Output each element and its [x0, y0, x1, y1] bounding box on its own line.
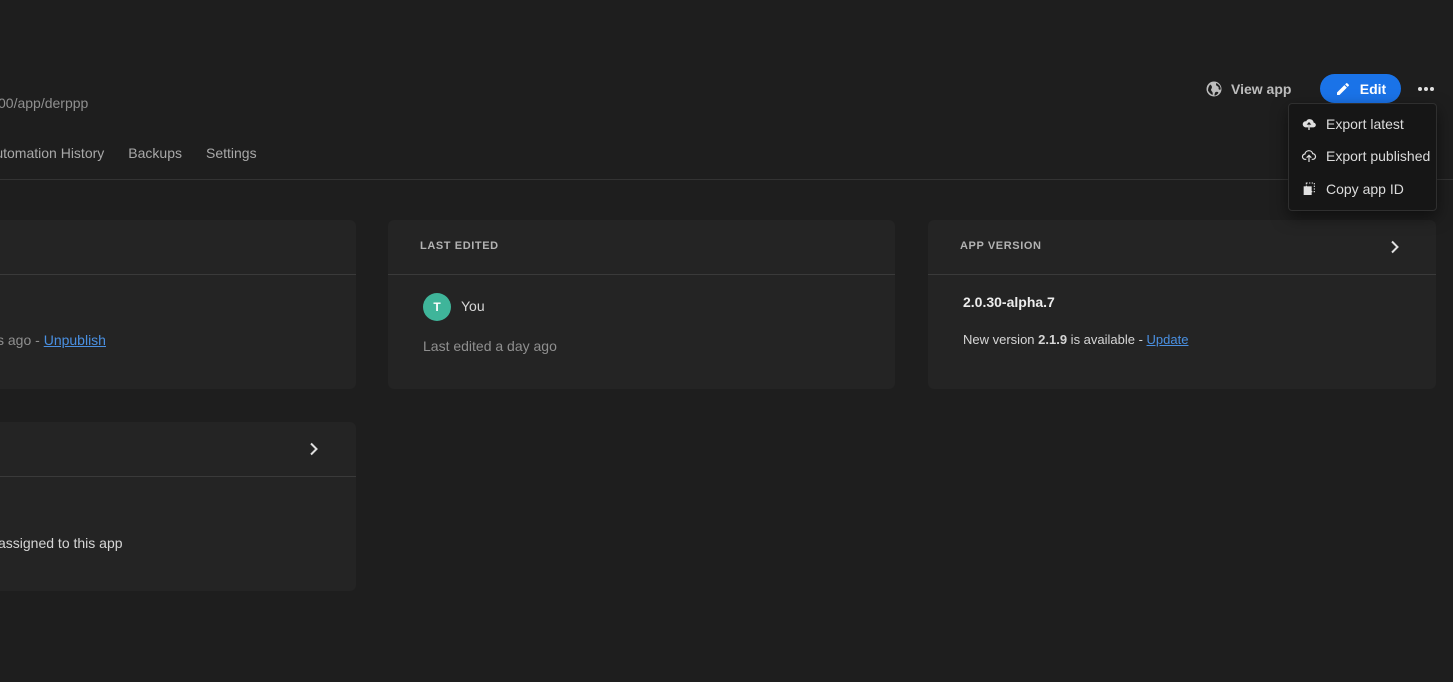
copy-icon	[1303, 182, 1315, 195]
more-options-menu: Export latest Export published Copy app …	[1288, 103, 1437, 211]
avatar: T	[423, 293, 451, 321]
update-link[interactable]: Update	[1147, 332, 1189, 347]
menu-item-export-published[interactable]: Export published	[1301, 145, 1430, 167]
edit-button[interactable]: Edit	[1320, 74, 1401, 103]
menu-item-label: Copy app ID	[1326, 181, 1404, 197]
app-version-card-header: APP VERSION	[928, 220, 1436, 275]
last-edited-card-header: LAST EDITED	[388, 220, 895, 275]
published-status-text: ys ago - Unpublish	[0, 332, 106, 348]
more-horizontal-icon	[1418, 87, 1434, 91]
unpublish-link[interactable]: Unpublish	[44, 332, 106, 348]
menu-item-copy-app-id[interactable]: Copy app ID	[1301, 178, 1430, 200]
edit-label: Edit	[1359, 80, 1387, 97]
status-card-header	[0, 220, 356, 275]
menu-item-export-latest[interactable]: Export latest	[1301, 113, 1430, 135]
users-card-header	[0, 422, 356, 477]
last-edited-title: LAST EDITED	[420, 240, 499, 252]
published-time: ys ago -	[0, 332, 40, 348]
app-overview-page: 00/app/derppp View app Edit Automation H…	[0, 0, 1453, 682]
last-edited-card: LAST EDITED T You Last edited a day ago	[388, 220, 895, 389]
app-tabs: Automation History Backups Settings	[0, 145, 257, 165]
users-card: assigned to this app	[0, 422, 356, 591]
new-version-number: 2.1.9	[1038, 332, 1068, 347]
app-version-card: APP VERSION 2.0.30-alpha.7 New version 2…	[928, 220, 1436, 389]
update-suffix: is available -	[1067, 332, 1147, 347]
cloud-upload-filled-icon	[1302, 119, 1316, 130]
update-available-text: New version 2.1.9 is available - Update	[963, 332, 1188, 347]
app-url-path: 00/app/derppp	[0, 95, 89, 111]
globe-icon	[1206, 81, 1222, 97]
tab-settings[interactable]: Settings	[206, 145, 257, 165]
view-app-button[interactable]: View app	[1205, 78, 1291, 100]
cloud-upload-outline-icon	[1301, 150, 1317, 162]
app-version-number: 2.0.30-alpha.7	[963, 294, 1055, 310]
update-prefix: New version	[963, 332, 1039, 347]
last-edited-user: You	[461, 298, 485, 314]
tab-backups[interactable]: Backups	[128, 145, 182, 165]
chevron-right-icon[interactable]	[309, 442, 319, 456]
menu-item-label: Export latest	[1326, 116, 1404, 132]
menu-item-label: Export published	[1326, 148, 1431, 164]
users-assigned-text: assigned to this app	[0, 535, 123, 551]
last-edited-time: Last edited a day ago	[423, 338, 557, 354]
tab-automation-history[interactable]: Automation History	[0, 145, 104, 165]
chevron-right-icon[interactable]	[1390, 240, 1400, 254]
more-options-button[interactable]	[1414, 79, 1438, 99]
view-app-label: View app	[1231, 81, 1292, 97]
app-version-title: APP VERSION	[960, 240, 1042, 252]
tabs-divider	[0, 179, 1453, 180]
status-card: ys ago - Unpublish	[0, 220, 356, 389]
pencil-icon	[1336, 82, 1349, 95]
